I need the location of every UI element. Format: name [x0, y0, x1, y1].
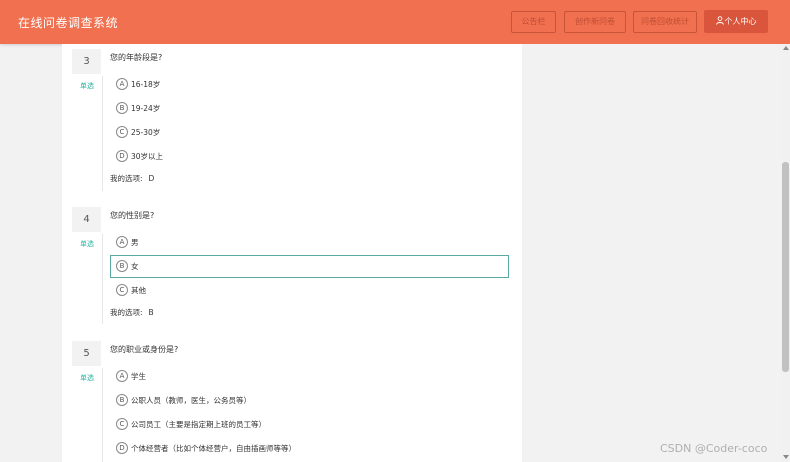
option-a[interactable]: A 男	[110, 231, 509, 254]
question-title: 您的性别是?	[110, 211, 155, 220]
question-number: 5	[72, 341, 101, 366]
profile-button[interactable]: 个人中心	[704, 10, 768, 33]
option-text: 25-30岁	[131, 128, 161, 137]
question-title: 您的年龄段是?	[110, 53, 163, 62]
question-type: 单选	[80, 374, 94, 382]
scroll-up-arrow-icon[interactable]	[783, 46, 789, 50]
top-header: 在线问卷调查系统 公告栏 创作新问卷 问卷回收统计 个人中心	[0, 0, 790, 44]
option-c[interactable]: C 公司员工（主要是指定期上班的员工等）	[110, 413, 509, 436]
user-icon	[715, 16, 724, 25]
my-answer-label: 我的选项:	[110, 308, 143, 317]
option-letter: C	[116, 418, 128, 430]
watermark: CSDN @Coder-coco	[660, 442, 768, 455]
option-a[interactable]: A 学生	[110, 365, 509, 388]
option-text: 19-24岁	[131, 104, 161, 113]
page-scrollbar[interactable]	[781, 44, 790, 462]
question-type: 单选	[80, 82, 94, 90]
option-b[interactable]: B 19-24岁	[110, 97, 509, 120]
option-letter: A	[116, 370, 128, 382]
option-letter: A	[116, 78, 128, 90]
my-answer-value: D	[148, 174, 155, 183]
question-type: 单选	[80, 240, 94, 248]
option-c[interactable]: C 25-30岁	[110, 121, 509, 144]
option-text: 公职人员（教师，医生，公务员等）	[131, 396, 251, 405]
nav-announcements-button[interactable]: 公告栏	[511, 11, 556, 33]
nav-create-survey-button[interactable]: 创作新问卷	[564, 11, 626, 33]
question-number: 4	[72, 207, 101, 232]
option-letter: C	[116, 284, 128, 296]
question-divider	[102, 76, 103, 191]
question-divider	[102, 368, 103, 462]
my-answer-value: B	[148, 308, 154, 317]
my-answer: 我的选项: D	[110, 173, 154, 184]
app-title: 在线问卷调查系统	[18, 16, 119, 30]
option-text: 男	[131, 238, 139, 247]
question-divider	[102, 234, 103, 324]
option-text: 30岁以上	[131, 152, 164, 161]
my-answer: 我的选项: B	[110, 307, 154, 318]
scroll-down-arrow-icon[interactable]	[783, 455, 789, 459]
option-text: 16-18岁	[131, 80, 161, 89]
option-letter: A	[116, 236, 128, 248]
question-title: 您的职业或身份是?	[110, 345, 179, 354]
nav-statistics-button[interactable]: 问卷回收统计	[633, 11, 697, 33]
option-d[interactable]: D 30岁以上	[110, 145, 509, 168]
scroll-thumb[interactable]	[782, 162, 789, 372]
option-text: 其他	[131, 286, 146, 295]
option-b-selected[interactable]: B 女	[110, 255, 509, 278]
my-answer-label: 我的选项:	[110, 174, 143, 183]
option-letter: C	[116, 126, 128, 138]
question-number: 3	[72, 49, 101, 74]
right-pane	[522, 44, 781, 462]
profile-label: 个人中心	[724, 17, 757, 26]
option-text: 公司员工（主要是指定期上班的员工等）	[131, 420, 266, 429]
option-c[interactable]: C 其他	[110, 279, 509, 302]
option-letter: B	[116, 260, 128, 272]
option-letter: B	[116, 394, 128, 406]
option-text: 学生	[131, 372, 146, 381]
option-text: 女	[131, 262, 139, 271]
option-a[interactable]: A 16-18岁	[110, 73, 509, 96]
option-d[interactable]: D 个体经营者（比如个体经营户，自由插画师等等）	[110, 437, 509, 460]
option-b[interactable]: B 公职人员（教师，医生，公务员等）	[110, 389, 509, 412]
option-letter: D	[116, 150, 128, 162]
option-text: 个体经营者（比如个体经营户，自由插画师等等）	[131, 444, 296, 453]
option-letter: D	[116, 442, 128, 454]
option-letter: B	[116, 102, 128, 114]
